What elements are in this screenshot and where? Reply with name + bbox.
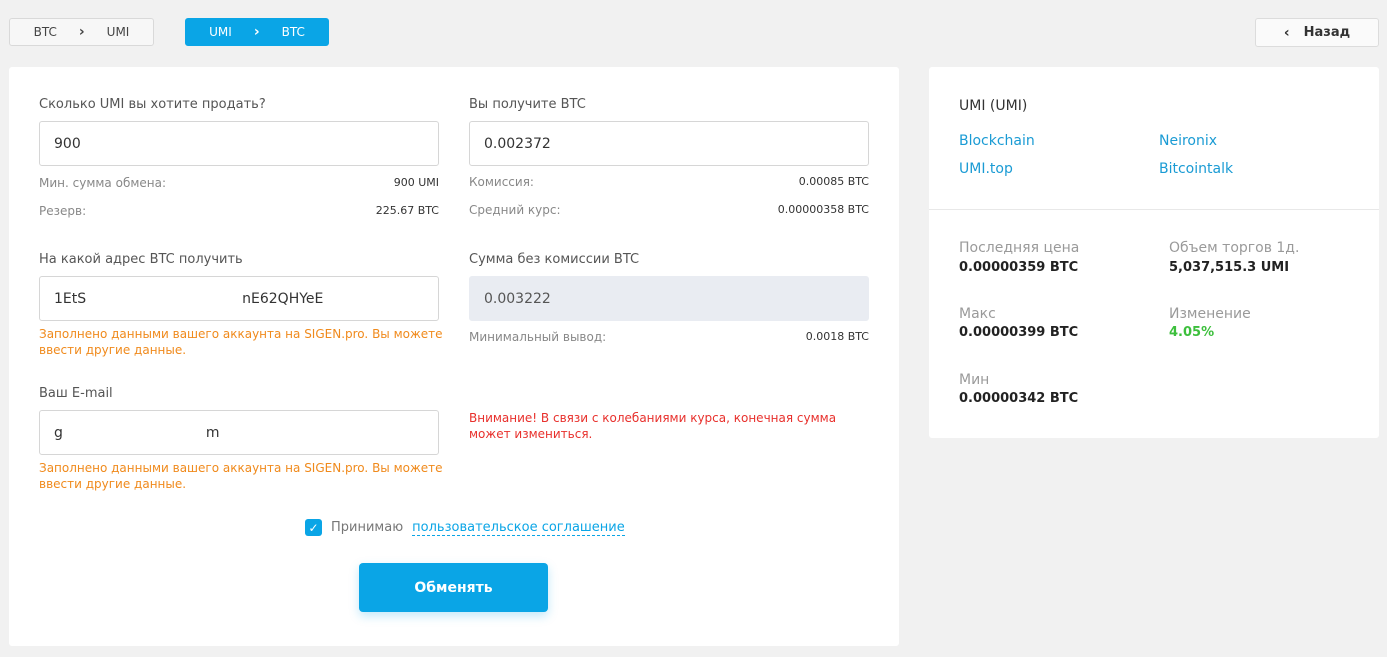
receive-amount-input[interactable]: 0.002372 bbox=[469, 121, 869, 166]
min-withdraw-value: 0.0018 BTC bbox=[805, 330, 869, 343]
user-agreement-link[interactable]: пользовательское соглашение bbox=[412, 520, 625, 536]
tab-to-label: UMI bbox=[106, 25, 130, 39]
fee-label: Комиссия: bbox=[469, 175, 534, 189]
tab-from-label: BTC bbox=[33, 25, 57, 39]
chevron-right-icon: › bbox=[78, 24, 85, 40]
rate-warning: Внимание! В связи с колебаниями курса, к… bbox=[469, 411, 837, 441]
coin-title: UMI (UMI) bbox=[959, 98, 1028, 114]
bitcointalk-link[interactable]: Bitcointalk bbox=[1159, 161, 1233, 177]
agreement-row: ✓ Принимаю пользовательское соглашение bbox=[305, 519, 625, 536]
email-start: g bbox=[54, 424, 63, 441]
min-withdraw-row: Минимальный вывод: 0.0018 BTC bbox=[469, 330, 869, 344]
min-exchange-row: Мин. сумма обмена: 900 UMI bbox=[39, 176, 439, 190]
reserve-row: Резерв: 225.67 BTC bbox=[39, 204, 439, 218]
min-exchange-label: Мин. сумма обмена: bbox=[39, 176, 167, 190]
exchange-button[interactable]: Обменять bbox=[359, 563, 548, 612]
receive-amount-label: Вы получите BTC bbox=[469, 97, 586, 112]
email-autofill-hint: Заполнено данными вашего аккаунта на SIG… bbox=[39, 461, 443, 491]
fee-row: Комиссия: 0.00085 BTC bbox=[469, 175, 869, 189]
min-price-value: 0.00000342 BTC bbox=[959, 391, 1079, 406]
divider bbox=[929, 209, 1379, 210]
avg-rate-row: Средний курс: 0.00000358 BTC bbox=[469, 203, 869, 217]
change-label: Изменение bbox=[1169, 306, 1251, 322]
agreement-text: Принимаю bbox=[331, 520, 404, 535]
fee-value: 0.00085 BTC bbox=[798, 175, 869, 188]
agreement-checkbox[interactable]: ✓ bbox=[305, 519, 322, 536]
receive-amount-value: 0.002372 bbox=[484, 135, 551, 152]
reserve-label: Резерв: bbox=[39, 204, 87, 218]
btc-address-end: nE62QHYeE bbox=[242, 290, 324, 307]
btc-address-label: На какой адрес BTC получить bbox=[39, 252, 243, 267]
net-amount-value: 0.003222 bbox=[484, 290, 551, 307]
volume-label: Объем торгов 1д. bbox=[1169, 240, 1300, 256]
volume-value: 5,037,515.3 UMI bbox=[1169, 260, 1290, 275]
exchange-form: Сколько UMI вы хотите продать? 900 Мин. … bbox=[9, 67, 899, 646]
neironix-link[interactable]: Neironix bbox=[1159, 133, 1217, 149]
last-price-label: Последняя цена bbox=[959, 240, 1080, 256]
btc-address-input[interactable]: 1EtS nE62QHYeE bbox=[39, 276, 439, 321]
tab-from-label: UMI bbox=[209, 25, 232, 39]
email-label: Ваш E-mail bbox=[39, 386, 113, 401]
tab-btc-to-umi[interactable]: BTC › UMI bbox=[9, 18, 154, 46]
avg-rate-label: Средний курс: bbox=[469, 203, 561, 217]
sell-amount-value: 900 bbox=[54, 135, 81, 152]
max-price-label: Макс bbox=[959, 306, 996, 322]
email-end: m bbox=[205, 424, 220, 441]
back-label: Назад bbox=[1303, 25, 1351, 40]
net-amount-label: Сумма без комиссии BTC bbox=[469, 252, 640, 267]
blockchain-link[interactable]: Blockchain bbox=[959, 133, 1035, 149]
email-field[interactable]: g m bbox=[39, 410, 439, 455]
min-withdraw-label: Минимальный вывод: bbox=[469, 330, 607, 344]
max-price-value: 0.00000399 BTC bbox=[959, 325, 1079, 340]
min-price-label: Мин bbox=[959, 372, 990, 388]
last-price-value: 0.00000359 BTC bbox=[959, 260, 1079, 275]
sell-amount-label: Сколько UMI вы хотите продать? bbox=[39, 97, 266, 112]
coin-info-panel: UMI (UMI) Blockchain Neironix UMI.top Bi… bbox=[929, 67, 1379, 438]
address-autofill-hint: Заполнено данными вашего аккаунта на SIG… bbox=[39, 327, 443, 357]
chevron-right-icon: › bbox=[253, 24, 260, 40]
chevron-left-icon: ‹ bbox=[1283, 24, 1290, 41]
umi-top-link[interactable]: UMI.top bbox=[959, 161, 1013, 177]
sell-amount-input[interactable]: 900 bbox=[39, 121, 439, 166]
tab-umi-to-btc[interactable]: UMI › BTC bbox=[185, 18, 329, 46]
avg-rate-value: 0.00000358 BTC bbox=[777, 203, 869, 216]
reserve-value: 225.67 BTC bbox=[375, 204, 439, 217]
net-amount-field: 0.003222 bbox=[469, 276, 869, 321]
change-value: 4.05% bbox=[1169, 325, 1215, 340]
tab-to-label: BTC bbox=[281, 25, 305, 39]
btc-address-start: 1EtS bbox=[54, 290, 87, 307]
back-button[interactable]: ‹ Назад bbox=[1255, 18, 1379, 47]
min-exchange-value: 900 UMI bbox=[393, 176, 439, 189]
